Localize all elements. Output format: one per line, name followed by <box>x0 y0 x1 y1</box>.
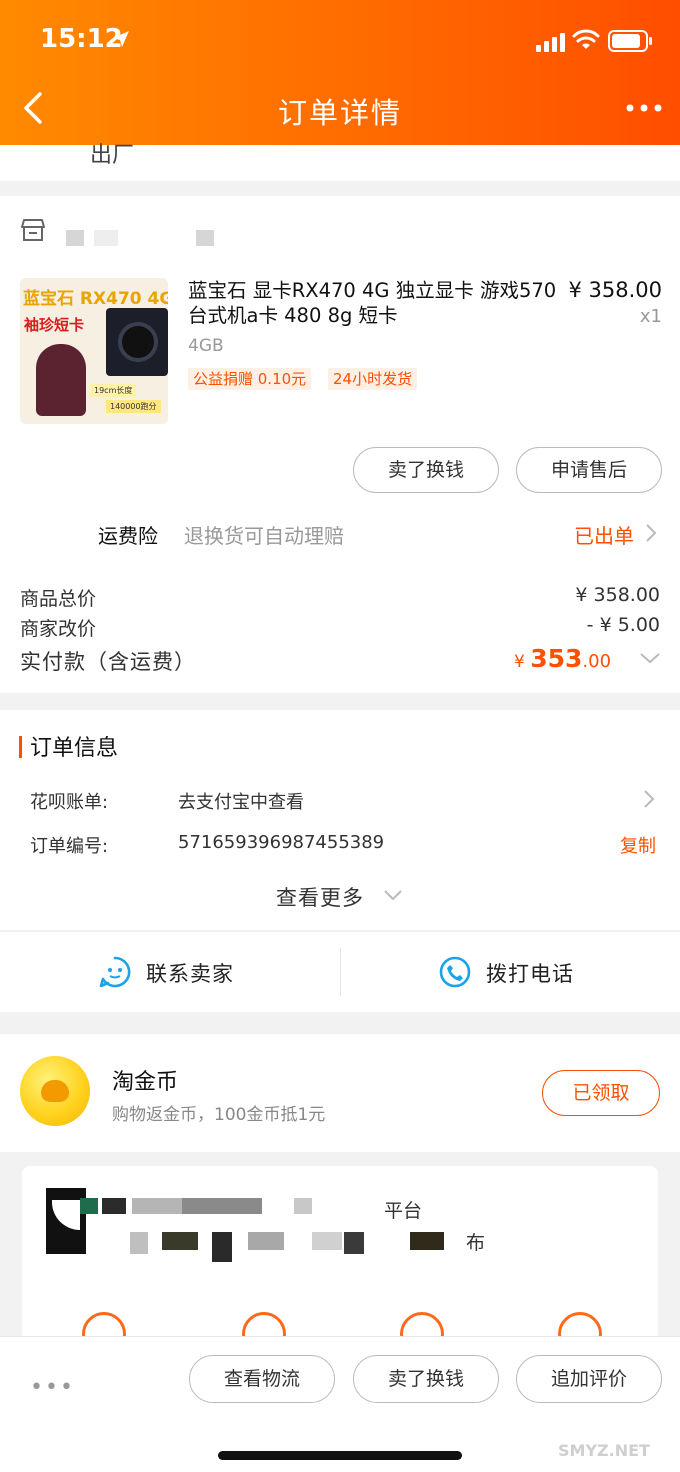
shipping-insurance-label: 运费险 <box>98 524 158 548</box>
product-price: ¥ 358.00 <box>568 278 662 302</box>
page-title: 订单详情 <box>277 96 402 130</box>
store-icon[interactable] <box>20 218 46 242</box>
bottom-action-bar: ••• 查看物流 卖了换钱 追加评价 SMYZ.NET <box>0 1336 680 1472</box>
price-adjust-label: 商家改价 <box>20 618 97 640</box>
status-bar: 15:12 <box>0 20 680 64</box>
copy-button[interactable]: 复制 <box>620 832 656 858</box>
contact-seller-label: 联系卖家 <box>146 962 234 986</box>
top-strip-text: 出厂 <box>90 143 135 168</box>
thumbnail-tag: 140000跑分 <box>106 400 161 413</box>
product-quantity: x1 <box>639 306 662 327</box>
store-name-redacted <box>196 230 214 246</box>
coin-subtitle: 购物返金币，100金币抵1元 <box>112 1105 326 1125</box>
contact-seller-button[interactable]: 联系卖家 <box>0 932 340 1012</box>
thumbnail-figure <box>36 344 86 416</box>
status-time: 15:12 <box>40 24 123 54</box>
chevron-down-icon[interactable] <box>382 888 404 902</box>
store-name-redacted <box>94 230 118 246</box>
claimed-button[interactable]: 已领取 <box>542 1070 660 1116</box>
more-actions-button[interactable]: ••• <box>30 1375 75 1400</box>
gold-coin-icon <box>20 1056 90 1126</box>
paid-currency: ¥ <box>514 652 531 672</box>
section-accent-bar <box>19 736 22 758</box>
contact-bar: 联系卖家 拨打电话 <box>0 932 680 1012</box>
home-indicator[interactable] <box>218 1451 462 1460</box>
see-more-button[interactable]: 查看更多 <box>276 882 364 912</box>
shipping-insurance-status[interactable]: 已出单 <box>574 520 634 549</box>
order-number-label: 订单编号: <box>30 836 109 857</box>
paid-decimal: .00 <box>582 651 612 672</box>
shipping-insurance-desc: 退换货可自动理赔 <box>184 524 344 548</box>
product-tag-shipping: 24小时发货 <box>328 368 418 390</box>
product-sku: 4GB <box>188 336 224 356</box>
top-strip: 出厂 <box>0 143 680 181</box>
total-price-label: 商品总价 <box>20 588 97 610</box>
product-title[interactable]: 蓝宝石 显卡RX470 4G 独立显卡 游戏570 台式机a卡 480 8g 短… <box>188 278 558 328</box>
chevron-right-icon[interactable] <box>642 788 656 810</box>
order-number-value: 571659396987455389 <box>178 832 385 853</box>
phone-icon <box>439 956 471 988</box>
product-tag-charity: 公益捐赠 0.10元 <box>188 368 312 390</box>
coin-title: 淘金币 <box>112 1070 179 1095</box>
app-header: 15:12 订单详情 <box>0 0 680 145</box>
thumbnail-gpu <box>106 308 168 376</box>
promo-text: 布 <box>466 1232 486 1254</box>
wifi-icon <box>572 29 600 49</box>
paid-amount-label: 实付款（含运费） <box>20 650 196 674</box>
signal-icon <box>536 33 565 52</box>
order-info-card: 订单信息 花呗账单: 去支付宝中查看 订单编号: 571659396987455… <box>0 710 680 930</box>
sell-button-bottom[interactable]: 卖了换钱 <box>353 1355 499 1403</box>
chevron-right-icon[interactable] <box>644 522 658 544</box>
call-phone-button[interactable]: 拨打电话 <box>340 932 680 1012</box>
sell-button[interactable]: 卖了换钱 <box>353 447 499 493</box>
chat-bubble-icon <box>99 956 131 988</box>
thumbnail-subtitle: 袖珍短卡 <box>24 316 85 334</box>
price-adjust-value: - ¥ 5.00 <box>586 614 660 636</box>
location-arrow-icon <box>113 31 129 47</box>
total-price-value: ¥ 358.00 <box>575 584 660 606</box>
paid-amount-value: ¥ 353.00 <box>514 644 611 673</box>
product-thumbnail[interactable]: 蓝宝石 RX470 4G 袖珍短卡 19cm长度 140000跑分 <box>20 278 168 424</box>
chevron-down-icon[interactable] <box>638 650 662 666</box>
nav-bar: 订单详情 <box>0 72 680 144</box>
store-name-redacted <box>66 230 84 246</box>
promo-text: 平台 <box>384 1200 423 1222</box>
watermark: SMYZ.NET <box>558 1441 650 1460</box>
more-options-icon[interactable] <box>622 96 666 120</box>
huabei-label: 花呗账单: <box>30 792 109 813</box>
huabei-value[interactable]: 去支付宝中查看 <box>178 788 304 814</box>
add-review-button[interactable]: 追加评价 <box>516 1355 662 1403</box>
paid-integer: 353 <box>530 644 583 673</box>
order-info-title: 订单信息 <box>30 736 119 761</box>
view-logistics-button[interactable]: 查看物流 <box>189 1355 335 1403</box>
call-phone-label: 拨打电话 <box>486 962 574 986</box>
battery-icon <box>608 30 652 52</box>
after-sale-button[interactable]: 申请售后 <box>516 447 662 493</box>
product-card: 蓝宝石 RX470 4G 袖珍短卡 19cm长度 140000跑分 蓝宝石 显卡… <box>0 196 680 693</box>
taojinbi-card: 淘金币 购物返金币，100金币抵1元 已领取 <box>0 1034 680 1152</box>
thumbnail-tag: 19cm长度 <box>90 384 137 397</box>
thumbnail-title: 蓝宝石 RX470 4G <box>23 289 168 309</box>
